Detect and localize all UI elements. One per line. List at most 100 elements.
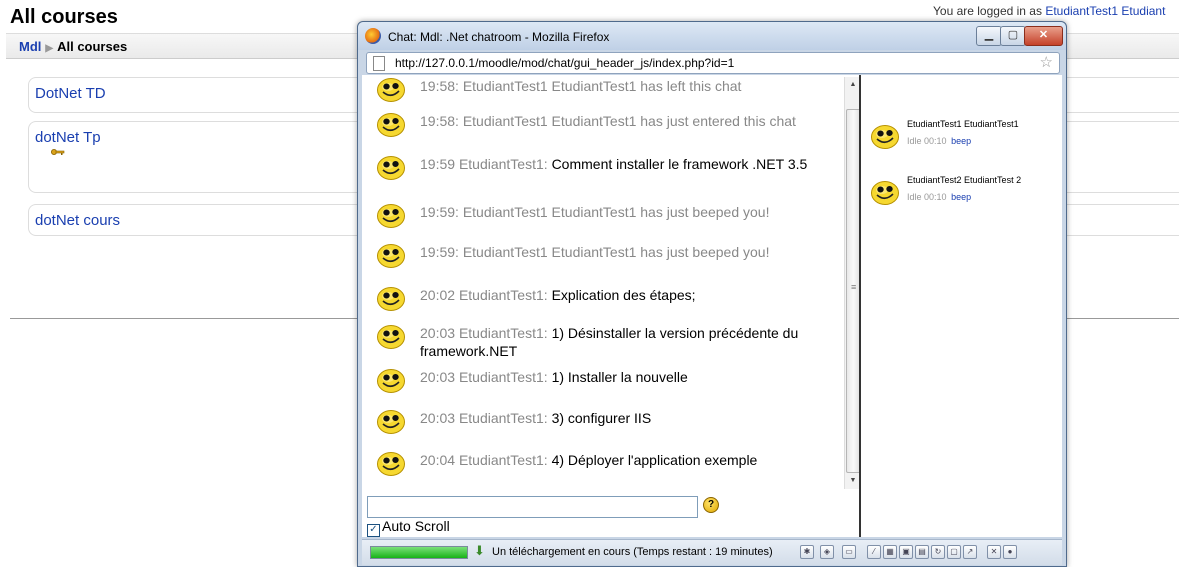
page-icon: [373, 56, 385, 71]
message-author: EtudiantTest1:: [458, 287, 548, 303]
message-body: EtudiantTest1 EtudiantTest1 has just ent…: [462, 113, 796, 129]
addon-gear-icon[interactable]: ✱: [800, 545, 814, 559]
message-time: 19:59:: [420, 204, 459, 220]
user-idle-time: Idle 00:10: [907, 192, 947, 202]
chat-popup-window: Chat: Mdl: .Net chatroom - Mozilla Firef…: [357, 21, 1067, 567]
message-list: 19:58: EtudiantTest1 EtudiantTest1 has l…: [362, 75, 844, 490]
bookmark-star-icon[interactable]: ☆: [1040, 53, 1053, 71]
user-list: EtudiantTest1 EtudiantTest1 Idle 00:10 be…: [862, 75, 1062, 537]
auto-scroll-checkbox[interactable]: ✓: [367, 524, 380, 537]
smiley-icon: [376, 324, 406, 350]
message-time: 20:03: [420, 369, 456, 385]
user-name: EtudiantTest2 EtudiantTest 2: [907, 175, 1022, 185]
auto-scroll-toggle[interactable]: ✓ Auto Scroll: [367, 518, 450, 537]
smiley-icon: [377, 325, 405, 349]
message-body: EtudiantTest1 EtudiantTest1 has left thi…: [462, 78, 742, 94]
smiley-icon: [377, 410, 405, 434]
message-time: 20:03: [420, 325, 456, 341]
shield-icon[interactable]: ◈: [820, 545, 834, 559]
user-idle-time: Idle 00:10: [907, 136, 947, 146]
chat-message-input[interactable]: [367, 496, 698, 518]
addon-icon[interactable]: ●: [1003, 545, 1017, 559]
smiley-icon: [377, 78, 405, 102]
message-time: 19:59: [420, 156, 456, 172]
chat-message-text: 19:59 EtudiantTest1: Comment installer l…: [420, 155, 824, 173]
chat-message-text: 19:59: EtudiantTest1 EtudiantTest1 has j…: [420, 243, 824, 261]
help-icon[interactable]: ?: [703, 497, 719, 513]
key-icon: [51, 149, 65, 155]
window-icon[interactable]: ▢: [947, 545, 961, 559]
smiley-icon: [376, 77, 406, 103]
user-smiley-icon: [870, 124, 900, 150]
smiley-icon: [871, 125, 899, 149]
chat-message-text: 20:02 EtudiantTest1: Explication des éta…: [420, 286, 824, 304]
smiley-icon: [376, 409, 406, 435]
user-idle-status: Idle 00:10 beep: [907, 192, 971, 202]
save-icon[interactable]: ▣: [899, 545, 913, 559]
toolbar-icon-1[interactable]: ⁄: [867, 545, 881, 559]
breadcrumb-current: All courses: [57, 39, 128, 54]
smiley-icon: [376, 155, 406, 181]
chat-content: 19:58: EtudiantTest1 EtudiantTest1 has l…: [362, 75, 1062, 537]
beep-link[interactable]: beep: [951, 192, 971, 202]
logged-in-user-link[interactable]: EtudiantTest1 Etudiant: [1045, 4, 1165, 18]
course-link-dotnet-tp[interactable]: dotNet Tp: [35, 129, 101, 146]
breadcrumb-home-link[interactable]: Mdl: [19, 39, 41, 54]
page-info-icon[interactable]: ▭: [842, 545, 856, 559]
login-info: You are logged in as EtudiantTest1 Etudi…: [933, 4, 1165, 18]
url-text[interactable]: http://127.0.0.1/moodle/mod/chat/gui_hea…: [395, 56, 734, 70]
smiley-icon: [376, 112, 406, 138]
close-button[interactable]: ✕: [1024, 26, 1063, 46]
page-title: All courses: [10, 6, 118, 28]
message-author: EtudiantTest1:: [458, 156, 548, 172]
smiley-icon: [376, 368, 406, 394]
message-time: 19:58:: [420, 78, 459, 94]
tools-icon[interactable]: ✕: [987, 545, 1001, 559]
window-titlebar[interactable]: Chat: Mdl: .Net chatroom - Mozilla Firef…: [358, 22, 1066, 50]
user-smiley-icon: [870, 180, 900, 206]
message-body: 4) Déployer l'application exemple: [551, 452, 758, 468]
course-link-dotnet-cours[interactable]: dotNet cours: [35, 212, 120, 229]
download-icon[interactable]: ⬇: [474, 543, 485, 559]
refresh-icon[interactable]: ↻: [931, 545, 945, 559]
smiley-icon: [377, 287, 405, 311]
smiley-icon: [376, 286, 406, 312]
message-body: EtudiantTest1 EtudiantTest1 has just bee…: [462, 244, 770, 260]
breadcrumb-separator-icon: ▶: [45, 43, 54, 54]
window-title: Chat: Mdl: .Net chatroom - Mozilla Firef…: [388, 30, 610, 44]
chart-icon[interactable]: ↗: [963, 545, 977, 559]
smiley-icon: [377, 369, 405, 393]
chat-message-text: 20:03 EtudiantTest1: 1) Installer la nou…: [420, 368, 824, 386]
chat-message-text: 20:03 EtudiantTest1: 1) Désinstaller la …: [420, 324, 824, 360]
auto-scroll-label: Auto Scroll: [382, 518, 450, 534]
message-author: EtudiantTest1:: [458, 452, 548, 468]
message-time: 20:02: [420, 287, 456, 303]
print-icon[interactable]: ▤: [915, 545, 929, 559]
message-time: 19:59:: [420, 244, 459, 260]
message-body: 3) configurer IIS: [551, 410, 652, 426]
chat-message-text: 20:03 EtudiantTest1: 3) configurer IIS: [420, 409, 824, 427]
status-bar: ⬇ Un téléchargement en cours (Temps rest…: [362, 539, 1062, 565]
beep-link[interactable]: beep: [951, 136, 971, 146]
url-bar[interactable]: http://127.0.0.1/moodle/mod/chat/gui_hea…: [366, 52, 1060, 74]
chat-message-text: 20:04 EtudiantTest1: 4) Déployer l'appli…: [420, 451, 824, 469]
frame-divider[interactable]: [859, 75, 861, 537]
smiley-icon: [871, 181, 899, 205]
smiley-icon: [377, 244, 405, 268]
message-body: EtudiantTest1 EtudiantTest1 has just bee…: [462, 204, 770, 220]
message-author: EtudiantTest1:: [458, 369, 548, 385]
course-link-dotnet-td[interactable]: DotNet TD: [35, 85, 106, 102]
user-name: EtudiantTest1 EtudiantTest1: [907, 119, 1019, 129]
smiley-icon: [377, 113, 405, 137]
message-body: Explication des étapes;: [551, 287, 696, 303]
smiley-icon: [376, 203, 406, 229]
maximize-button[interactable]: ▢: [1000, 26, 1026, 46]
download-status-text[interactable]: Un téléchargement en cours (Temps restan…: [492, 546, 773, 558]
message-body: Comment installer le framework .NET 3.5: [551, 156, 808, 172]
smiley-icon: [377, 156, 405, 180]
toolbar-icon-2[interactable]: ▦: [883, 545, 897, 559]
smiley-icon: [377, 204, 405, 228]
scroll-grip-icon: ≡: [851, 282, 857, 292]
minimize-button[interactable]: ▁: [976, 26, 1002, 46]
smiley-icon: [376, 451, 406, 477]
